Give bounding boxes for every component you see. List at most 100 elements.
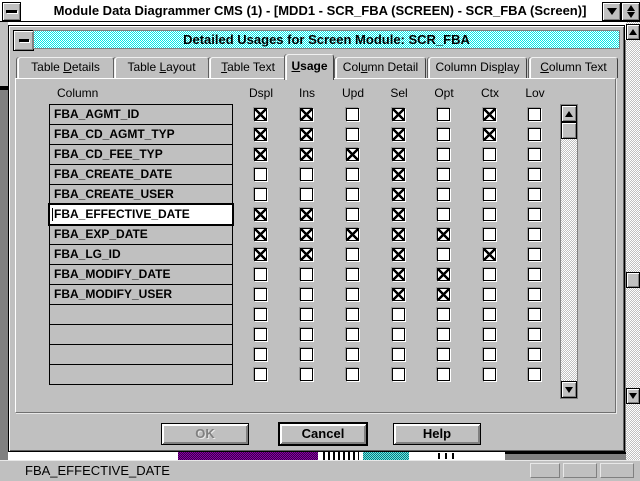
checkbox-ctx-row3[interactable] bbox=[483, 148, 496, 161]
checkbox-opt-row8[interactable] bbox=[437, 248, 450, 261]
column-name-field-fba-lg-id[interactable]: FBA_LG_ID bbox=[49, 244, 233, 265]
checkbox-dspl-row10[interactable] bbox=[254, 288, 267, 301]
checkbox-ctx-row5[interactable] bbox=[483, 188, 496, 201]
checkbox-opt-row6[interactable] bbox=[437, 208, 450, 221]
checkbox-sel-row10[interactable] bbox=[392, 288, 405, 301]
checkbox-ctx-row6[interactable] bbox=[483, 208, 496, 221]
checkbox-lov-row6[interactable] bbox=[528, 208, 541, 221]
checkbox-dspl-row13[interactable] bbox=[254, 348, 267, 361]
tab-column-text[interactable]: Column Text bbox=[529, 57, 618, 78]
restore-window-button[interactable] bbox=[621, 2, 640, 21]
checkbox-opt-row5[interactable] bbox=[437, 188, 450, 201]
window-scroll-down-button[interactable] bbox=[626, 388, 640, 404]
dialog-system-menu-button[interactable] bbox=[13, 30, 34, 51]
checkbox-ins-row9[interactable] bbox=[300, 268, 313, 281]
checkbox-upd-row3[interactable] bbox=[346, 148, 359, 161]
checkbox-upd-row11[interactable] bbox=[346, 308, 359, 321]
checkbox-upd-row9[interactable] bbox=[346, 268, 359, 281]
checkbox-lov-row3[interactable] bbox=[528, 148, 541, 161]
checkbox-lov-row7[interactable] bbox=[528, 228, 541, 241]
checkbox-dspl-row3[interactable] bbox=[254, 148, 267, 161]
column-name-field-fba-cd-agmt-typ[interactable]: FBA_CD_AGMT_TYP bbox=[49, 124, 233, 145]
checkbox-lov-row8[interactable] bbox=[528, 248, 541, 261]
checkbox-sel-row3[interactable] bbox=[392, 148, 405, 161]
checkbox-ins-row6[interactable] bbox=[300, 208, 313, 221]
help-button[interactable]: Help bbox=[393, 423, 481, 445]
checkbox-sel-row4[interactable] bbox=[392, 168, 405, 181]
checkbox-ctx-row7[interactable] bbox=[483, 228, 496, 241]
checkbox-upd-row4[interactable] bbox=[346, 168, 359, 181]
window-scrollbar-thumb[interactable] bbox=[626, 272, 640, 288]
checkbox-opt-row2[interactable] bbox=[437, 128, 450, 141]
checkbox-upd-row5[interactable] bbox=[346, 188, 359, 201]
checkbox-lov-row1[interactable] bbox=[528, 108, 541, 121]
checkbox-upd-row8[interactable] bbox=[346, 248, 359, 261]
checkbox-lov-row13[interactable] bbox=[528, 348, 541, 361]
column-name-field[interactable] bbox=[49, 364, 233, 385]
tab-table-text[interactable]: Table Text bbox=[209, 57, 287, 78]
checkbox-opt-row12[interactable] bbox=[437, 328, 450, 341]
ok-button[interactable]: OK bbox=[161, 423, 249, 445]
checkbox-ins-row7[interactable] bbox=[300, 228, 313, 241]
checkbox-sel-row12[interactable] bbox=[392, 328, 405, 341]
tab-usage[interactable]: Usage bbox=[285, 54, 334, 80]
checkbox-dspl-row4[interactable] bbox=[254, 168, 267, 181]
checkbox-ins-row10[interactable] bbox=[300, 288, 313, 301]
checkbox-ins-row2[interactable] bbox=[300, 128, 313, 141]
checkbox-ins-row5[interactable] bbox=[300, 188, 313, 201]
checkbox-ctx-row9[interactable] bbox=[483, 268, 496, 281]
checkbox-dspl-row8[interactable] bbox=[254, 248, 267, 261]
checkbox-ins-row4[interactable] bbox=[300, 168, 313, 181]
column-name-field-fba-exp-date[interactable]: FBA_EXP_DATE bbox=[49, 224, 233, 245]
checkbox-ins-row3[interactable] bbox=[300, 148, 313, 161]
checkbox-dspl-row1[interactable] bbox=[254, 108, 267, 121]
checkbox-lov-row2[interactable] bbox=[528, 128, 541, 141]
checkbox-sel-row1[interactable] bbox=[392, 108, 405, 121]
checkbox-opt-row1[interactable] bbox=[437, 108, 450, 121]
checkbox-dspl-row12[interactable] bbox=[254, 328, 267, 341]
checkbox-dspl-row5[interactable] bbox=[254, 188, 267, 201]
column-name-field[interactable] bbox=[49, 304, 233, 325]
checkbox-sel-row7[interactable] bbox=[392, 228, 405, 241]
checkbox-ctx-row11[interactable] bbox=[483, 308, 496, 321]
tab-table-layout[interactable]: Table Layout bbox=[114, 57, 209, 78]
checkbox-opt-row9[interactable] bbox=[437, 268, 450, 281]
checkbox-lov-row9[interactable] bbox=[528, 268, 541, 281]
checkbox-ctx-row8[interactable] bbox=[483, 248, 496, 261]
column-name-field-fba-modify-date[interactable]: FBA_MODIFY_DATE bbox=[49, 264, 233, 285]
grid-scroll-down-button[interactable] bbox=[561, 381, 577, 398]
grid-scroll-up-button[interactable] bbox=[561, 105, 577, 122]
checkbox-opt-row11[interactable] bbox=[437, 308, 450, 321]
checkbox-ctx-row1[interactable] bbox=[483, 108, 496, 121]
checkbox-upd-row14[interactable] bbox=[346, 368, 359, 381]
checkbox-dspl-row11[interactable] bbox=[254, 308, 267, 321]
checkbox-ins-row11[interactable] bbox=[300, 308, 313, 321]
checkbox-lov-row14[interactable] bbox=[528, 368, 541, 381]
checkbox-ctx-row13[interactable] bbox=[483, 348, 496, 361]
checkbox-lov-row12[interactable] bbox=[528, 328, 541, 341]
column-name-field-fba-effective-date[interactable]: FBA_EFFECTIVE_DATE bbox=[49, 204, 233, 225]
tab-table-details[interactable]: Table Details bbox=[17, 57, 114, 78]
checkbox-sel-row6[interactable] bbox=[392, 208, 405, 221]
cancel-button[interactable]: Cancel bbox=[279, 423, 367, 445]
checkbox-sel-row14[interactable] bbox=[392, 368, 405, 381]
checkbox-ins-row13[interactable] bbox=[300, 348, 313, 361]
checkbox-opt-row4[interactable] bbox=[437, 168, 450, 181]
checkbox-lov-row4[interactable] bbox=[528, 168, 541, 181]
window-scroll-up-button[interactable] bbox=[626, 24, 640, 40]
checkbox-upd-row1[interactable] bbox=[346, 108, 359, 121]
checkbox-ins-row12[interactable] bbox=[300, 328, 313, 341]
checkbox-upd-row6[interactable] bbox=[346, 208, 359, 221]
checkbox-ins-row14[interactable] bbox=[300, 368, 313, 381]
checkbox-sel-row5[interactable] bbox=[392, 188, 405, 201]
checkbox-opt-row10[interactable] bbox=[437, 288, 450, 301]
checkbox-sel-row9[interactable] bbox=[392, 268, 405, 281]
column-name-field-fba-cd-fee-typ[interactable]: FBA_CD_FEE_TYP bbox=[49, 144, 233, 165]
checkbox-ctx-row10[interactable] bbox=[483, 288, 496, 301]
checkbox-lov-row11[interactable] bbox=[528, 308, 541, 321]
checkbox-sel-row11[interactable] bbox=[392, 308, 405, 321]
checkbox-upd-row7[interactable] bbox=[346, 228, 359, 241]
checkbox-sel-row2[interactable] bbox=[392, 128, 405, 141]
checkbox-ctx-row4[interactable] bbox=[483, 168, 496, 181]
checkbox-sel-row13[interactable] bbox=[392, 348, 405, 361]
